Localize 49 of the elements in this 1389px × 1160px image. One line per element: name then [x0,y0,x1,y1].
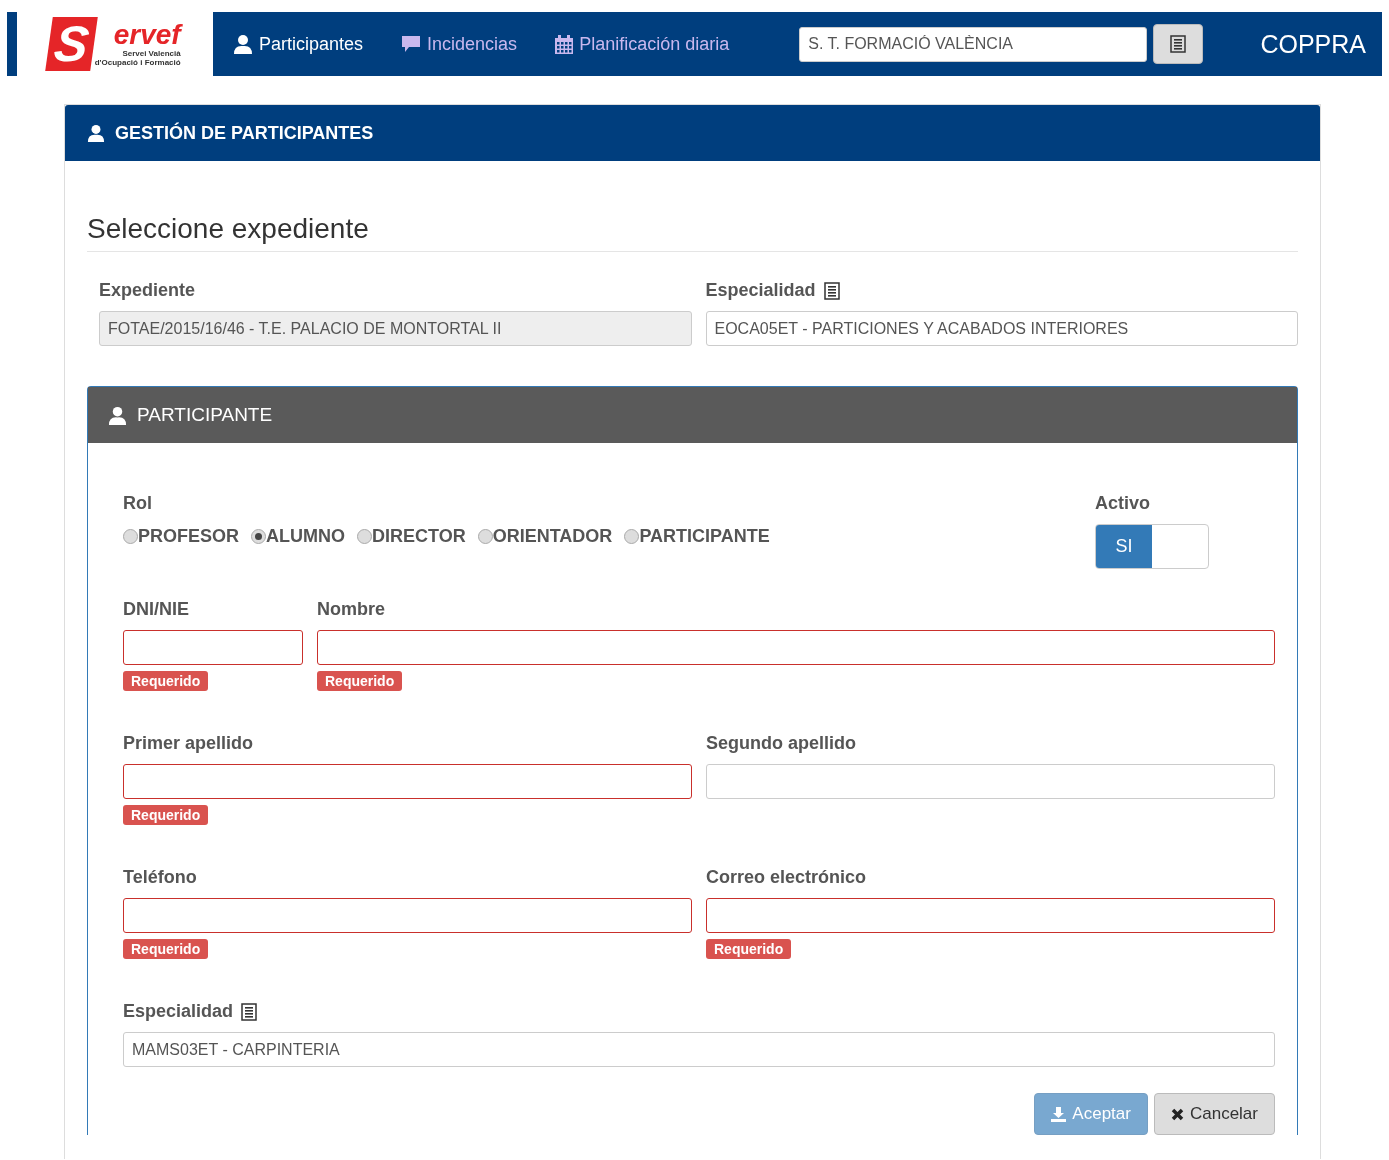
list-icon [1170,35,1187,53]
user-icon [108,405,127,425]
input-field[interactable] [706,898,1275,933]
field-label: Correo electrónico [706,867,868,888]
especialidad-field[interactable]: MAMS03ET - CARPINTERIA [123,1032,1275,1067]
nav-link[interactable]: Participantes [233,33,364,55]
list-button[interactable] [1153,24,1204,64]
error-badge: Requerido [706,939,792,959]
download-icon [1051,1106,1067,1122]
list-icon [823,281,840,300]
list-icon [241,1002,258,1021]
field-label: DNI/NIE [123,599,190,620]
close-icon [1170,1107,1184,1121]
field-label: Nombre [317,599,386,620]
active-toggle[interactable]: SI [1095,524,1209,569]
speech-bubble-icon [401,35,422,53]
role-radio[interactable]: PARTICIPANTE [624,526,770,547]
center-field[interactable]: S. T. FORMACIÓ VALÈNCIA [799,26,1148,62]
nav-link[interactable]: Incidencias [401,33,518,55]
input-field[interactable] [123,630,303,665]
field-label: Segundo apellido [706,733,857,754]
role-radio[interactable]: ORIENTADOR [477,526,613,547]
role-radio[interactable]: DIRECTOR [357,526,466,547]
field-label: Rol [123,493,153,514]
nav-link[interactable]: Planificación diaria [555,33,730,55]
field-label: Expediente [99,280,197,301]
panel-title: GESTIÓN DE PARTICIPANTES [115,122,374,144]
error-badge: Requerido [123,939,209,959]
input-field[interactable] [123,764,692,799]
role-radio[interactable]: ALUMNO [251,526,345,547]
user-icon [87,124,105,142]
field-label: Especialidad [123,1001,234,1022]
error-badge: Requerido [317,671,403,691]
field-label: Activo [1095,493,1151,514]
input-field[interactable] [317,630,1275,665]
error-badge: Requerido [123,671,209,691]
user-icon [233,34,253,54]
input-field[interactable] [123,898,692,933]
error-badge: Requerido [123,805,209,825]
cancel-button[interactable]: Cancelar [1153,1093,1275,1135]
field-label: Teléfono [123,867,198,888]
user-name: COPPRA [1260,29,1366,59]
especialidad-field[interactable]: EOCA05ET - PARTICIONES Y ACABADOS INTERIORES [705,311,1298,346]
panel-title: PARTICIPANTE [137,404,273,426]
role-radio[interactable]: PROFESOR [123,526,239,547]
field-label: Especialidad [705,280,816,301]
calendar-icon [555,34,574,54]
field-label: Primer apellido [123,733,255,754]
section-title: Seleccione expediente [87,213,1298,252]
